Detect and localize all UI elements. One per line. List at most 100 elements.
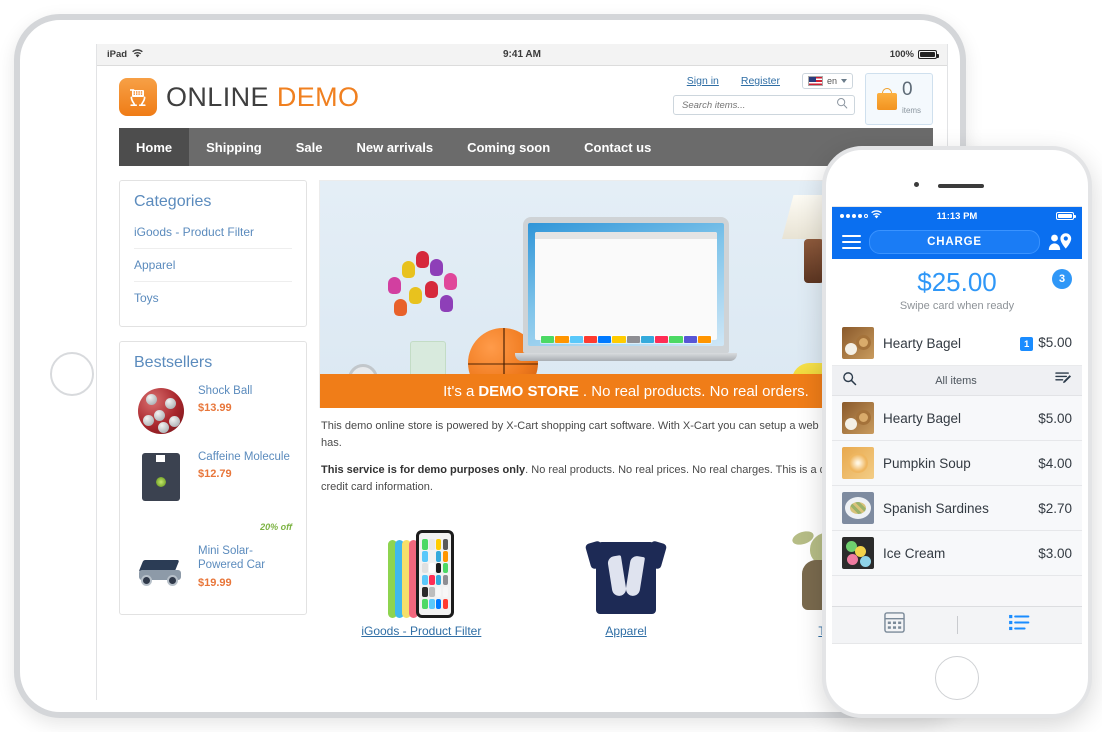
battery-icon — [1056, 212, 1076, 220]
category-item-apparel[interactable]: Apparel — [134, 248, 292, 281]
status-right: 100% — [889, 49, 939, 60]
battery-percent: 100% — [889, 49, 914, 60]
list-tab[interactable] — [958, 614, 1083, 636]
search-input[interactable] — [680, 98, 836, 112]
account-links: Sign in Register en — [687, 73, 855, 89]
nav-item-coming-soon[interactable]: Coming soon — [450, 128, 567, 166]
category-card[interactable]: iGoods - Product Filter — [319, 522, 524, 638]
bestseller-name[interactable]: Mini Solar-Powered Car — [198, 544, 292, 573]
iphone-home-button[interactable] — [935, 656, 979, 700]
bestseller-item[interactable]: Caffeine Molecule $12.79 20% off — [134, 450, 292, 532]
cart-item-name: Hearty Bagel — [883, 335, 962, 351]
bestseller-item[interactable]: Mini Solar-Powered Car $19.99 — [134, 544, 292, 598]
item-name: Hearty Bagel — [883, 410, 962, 426]
shock-ball-image — [134, 384, 188, 438]
bestseller-item[interactable]: Shock Ball $13.99 — [134, 384, 292, 438]
nav-item-sale[interactable]: Sale — [279, 128, 340, 166]
bestseller-info: Caffeine Molecule $12.79 — [198, 450, 290, 480]
search-icon[interactable] — [842, 371, 857, 391]
keypad-tab[interactable] — [832, 612, 957, 638]
cart-line-item[interactable]: Hearty Bagel 1 $5.00 — [832, 321, 1082, 366]
iphone-device: 11:13 PM CHARGE $25.00 Swipe card when r… — [822, 146, 1092, 718]
store-body: Categories iGoods - Product Filter Appar… — [97, 166, 947, 638]
banner-strong: DEMO STORE — [478, 382, 579, 400]
iphone-tab-bar — [832, 606, 1082, 643]
nav-item-home[interactable]: Home — [119, 128, 190, 166]
keypad-icon — [883, 612, 905, 638]
language-selector[interactable]: en — [801, 73, 853, 89]
soup-thumb — [842, 447, 874, 479]
account-and-search: Sign in Register en — [673, 73, 855, 115]
iphone-screen: 11:13 PM CHARGE $25.00 Swipe card when r… — [832, 206, 1082, 644]
charge-subtitle: Swipe card when ready — [899, 300, 1015, 312]
all-items-title: All items — [935, 374, 977, 387]
nav-item-shipping[interactable]: Shipping — [189, 128, 279, 166]
navy-wings-tshirt-image — [584, 522, 668, 618]
demo-paragraph-2-strong: This service is for demo purposes only — [321, 464, 526, 477]
banner-prefix: It's a — [443, 382, 475, 400]
nav-item-new-arrivals[interactable]: New arrivals — [339, 128, 450, 166]
categories-panel: Categories iGoods - Product Filter Appar… — [119, 180, 307, 327]
ipad-screen: iPad 9:41 AM 100% ONLINE DEMO Sign in Re… — [96, 44, 948, 700]
us-flag-icon — [807, 76, 823, 86]
register-link[interactable]: Register — [741, 75, 780, 87]
edit-list-icon[interactable] — [1055, 371, 1072, 391]
cart-widget[interactable]: 0 items — [865, 73, 933, 125]
discount-badge: 20% off — [260, 522, 292, 532]
categories-title: Categories — [134, 193, 212, 210]
online-store-page: ONLINE DEMO Sign in Register en Search i… — [97, 66, 947, 700]
search-icon[interactable] — [836, 96, 848, 114]
iphone-status-bar: 11:13 PM — [832, 207, 1082, 225]
person-location-icon[interactable] — [1048, 232, 1072, 252]
store-navigation: Home Shipping Sale New arrivals Coming s… — [119, 128, 933, 166]
store-logo[interactable]: ONLINE DEMO — [119, 78, 359, 116]
item-list-row[interactable]: Pumpkin Soup $4.00 — [832, 441, 1082, 486]
front-camera-icon — [914, 182, 919, 187]
sardines-thumb — [842, 492, 874, 524]
item-price: $5.00 — [1038, 410, 1072, 426]
bestseller-name[interactable]: Caffeine Molecule — [198, 450, 290, 464]
hamburger-menu-icon[interactable] — [842, 234, 861, 250]
categories-list: iGoods - Product Filter Apparel Toys — [134, 223, 292, 314]
item-list-row[interactable]: Hearty Bagel $5.00 — [832, 396, 1082, 441]
category-item-toys[interactable]: Toys — [134, 281, 292, 314]
store-header-right: Sign in Register en Search items... 0 it… — [673, 69, 933, 125]
ipad-home-button[interactable] — [50, 352, 94, 396]
banner-suffix: . No real products. No real orders. — [582, 382, 809, 400]
bestsellers-title: Bestsellers — [134, 354, 213, 371]
item-price: $4.00 — [1038, 455, 1072, 471]
bestseller-info: Shock Ball $13.99 — [198, 384, 252, 414]
bestseller-price: $13.99 — [198, 402, 232, 415]
cart-item-price: $5.00 — [1038, 334, 1072, 350]
item-name: Pumpkin Soup — [883, 455, 971, 471]
logo-text-demo: DEMO — [276, 81, 360, 112]
category-link[interactable]: iGoods - Product Filter — [361, 624, 481, 638]
chevron-down-icon — [841, 79, 847, 83]
mini-solar-car-image — [134, 544, 188, 598]
store-name: ONLINE DEMO — [166, 82, 359, 113]
all-items-section: All items Hearty Bagel $5.00 Pumpkin Sou… — [832, 366, 1082, 576]
icecream-thumb — [842, 537, 874, 569]
bestseller-info: Mini Solar-Powered Car $19.99 — [198, 544, 292, 589]
item-price: $2.70 — [1038, 500, 1072, 516]
iphone-status-time: 11:13 PM — [936, 210, 978, 222]
nav-item-contact-us[interactable]: Contact us — [567, 128, 668, 166]
charge-button[interactable]: CHARGE — [869, 230, 1040, 254]
cart-count-badge[interactable]: 3 — [1052, 269, 1072, 289]
laptop-prop — [515, 217, 737, 361]
category-item-igoods[interactable]: iGoods - Product Filter — [134, 223, 292, 248]
cart-count-block: 0 items — [902, 80, 921, 118]
store-search[interactable] — [673, 95, 855, 115]
logo-text-online: ONLINE — [166, 81, 269, 112]
item-list-row[interactable]: Ice Cream $3.00 — [832, 531, 1082, 576]
category-link[interactable]: Apparel — [605, 624, 646, 638]
language-code: en — [826, 76, 837, 86]
bestseller-name[interactable]: Shock Ball — [198, 384, 252, 398]
bestseller-price: $19.99 — [198, 576, 232, 589]
item-name: Spanish Sardines — [883, 500, 989, 516]
store-header: ONLINE DEMO Sign in Register en Search i… — [97, 66, 947, 128]
earpiece-speaker — [938, 184, 984, 188]
item-list-row[interactable]: Spanish Sardines $2.70 — [832, 486, 1082, 531]
category-card[interactable]: Apparel — [524, 522, 729, 638]
sign-in-link[interactable]: Sign in — [687, 75, 719, 87]
